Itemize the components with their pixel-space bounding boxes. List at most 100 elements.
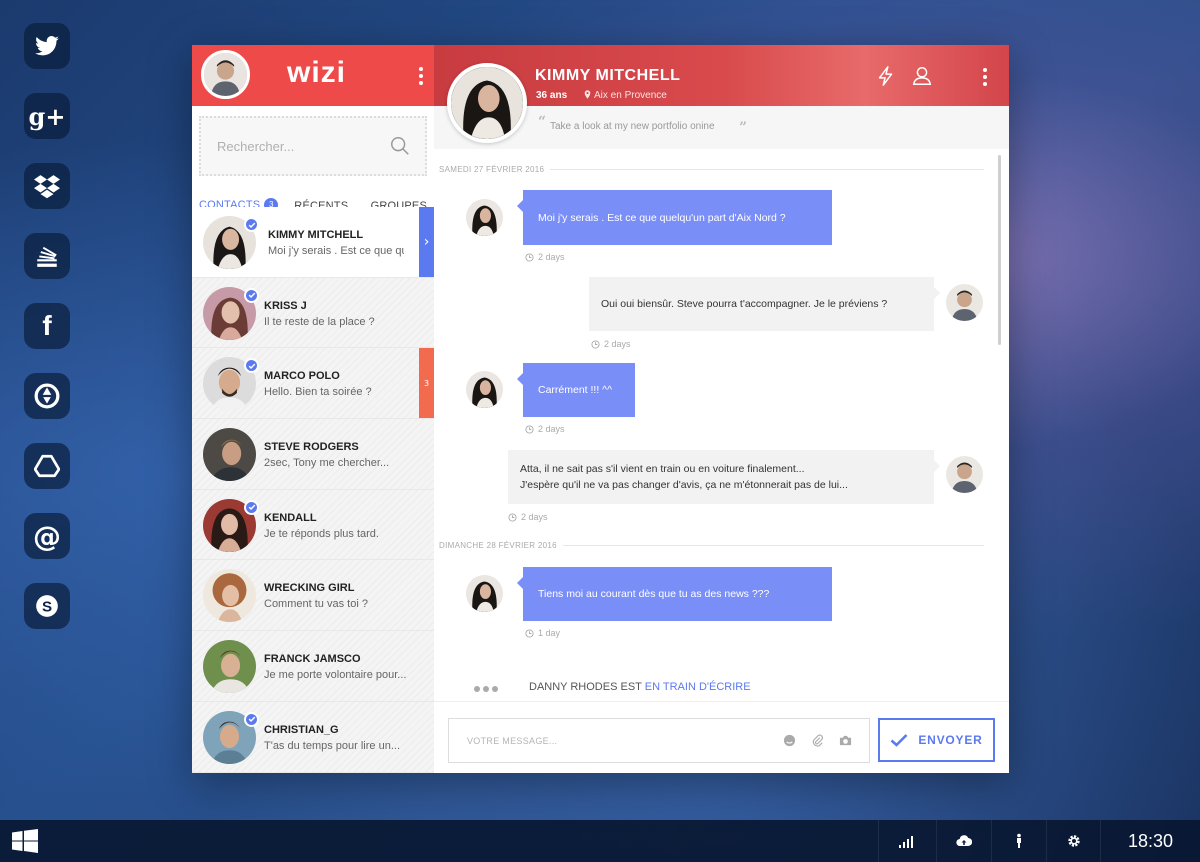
online-check-icon bbox=[244, 711, 259, 727]
stack-icon[interactable] bbox=[24, 233, 70, 279]
thread-scrollbar[interactable] bbox=[998, 155, 1001, 345]
peer-name: KIMMY MITCHELL bbox=[535, 67, 681, 84]
cloud-upload-icon[interactable] bbox=[936, 820, 991, 862]
google-plus-icon[interactable]: g+ bbox=[24, 93, 70, 139]
contact-item-wrecking-girl[interactable]: WRECKING GIRL Comment tu vas toi ? bbox=[192, 560, 434, 632]
contact-item-marco-polo[interactable]: MARCO POLO Hello. Bien ta soirée ? 3 bbox=[192, 348, 434, 420]
at-mail-icon[interactable]: @ bbox=[24, 513, 70, 559]
settings-gear-icon[interactable] bbox=[1046, 820, 1101, 862]
contact-avatar bbox=[203, 569, 256, 623]
contact-item-franck-jamsco[interactable]: FRANCK JAMSCO Je me porte volontaire pou… bbox=[192, 631, 434, 702]
peer-location: Aix en Provence bbox=[584, 90, 667, 101]
message-avatar-me bbox=[946, 456, 983, 493]
peer-age: 36 ans bbox=[536, 90, 568, 101]
message-time: 2 days bbox=[508, 512, 548, 522]
day-separator: DIMANCHE 28 FÉVRIER 2016 bbox=[439, 541, 984, 550]
skype-icon[interactable]: S bbox=[24, 583, 70, 629]
message-composer: ENVOYER bbox=[434, 701, 1009, 773]
online-check-icon bbox=[244, 217, 259, 232]
messenger-window: wizi CONTACTS 3 RÉCENTS GROUPES bbox=[192, 45, 1009, 773]
dropbox-icon[interactable] bbox=[24, 163, 70, 209]
send-button[interactable]: ENVOYER bbox=[878, 718, 995, 762]
location-pin-icon bbox=[584, 90, 591, 99]
contacts-sidebar: wizi CONTACTS 3 RÉCENTS GROUPES bbox=[192, 45, 434, 773]
app-logo: wizi bbox=[287, 56, 347, 89]
facebook-icon[interactable]: f bbox=[24, 303, 70, 349]
contact-item-christian-g[interactable]: CHRISTIAN_G T'as du temps pour lire un..… bbox=[192, 701, 434, 773]
aperture-icon[interactable] bbox=[24, 373, 70, 419]
search-icon[interactable] bbox=[389, 135, 411, 157]
clock-icon bbox=[591, 339, 600, 349]
contact-name: STEVE RODGERS bbox=[264, 441, 359, 454]
contact-item-kendall[interactable]: KENDALL Je te réponds plus tard. bbox=[192, 489, 434, 561]
sidebar-header: wizi bbox=[192, 45, 434, 106]
contact-last-message: Je te réponds plus tard. bbox=[264, 527, 379, 540]
contact-last-message: Il te reste de la place ? bbox=[264, 315, 375, 328]
contact-item-kriss-j[interactable]: KRISS J Il te reste de la place ? bbox=[192, 277, 434, 349]
contact-avatar bbox=[203, 428, 256, 482]
signal-strength-icon[interactable] bbox=[878, 820, 933, 862]
contact-avatar bbox=[203, 640, 256, 694]
message-thread: SAMEDI 27 FÉVRIER 2016 Moi j'y serais . … bbox=[434, 149, 1009, 701]
user-profile-icon[interactable] bbox=[911, 65, 933, 87]
person-icon[interactable] bbox=[991, 820, 1046, 862]
chat-menu-icon[interactable] bbox=[983, 68, 987, 89]
camera-icon[interactable] bbox=[839, 734, 852, 747]
message-time: 2 days bbox=[525, 252, 565, 262]
message-avatar-kimmy bbox=[466, 575, 503, 612]
typing-dots-icon bbox=[474, 677, 501, 696]
search-box bbox=[199, 116, 427, 176]
checkmark-icon bbox=[890, 734, 908, 747]
message-avatar-me bbox=[946, 284, 983, 321]
peer-avatar[interactable] bbox=[447, 63, 527, 143]
search-input[interactable] bbox=[201, 118, 381, 174]
open-chat-chevron-icon[interactable]: › bbox=[419, 207, 434, 277]
contact-name: KIMMY MITCHELL bbox=[268, 229, 364, 241]
attachment-icon[interactable] bbox=[811, 734, 824, 747]
online-check-icon bbox=[244, 287, 259, 303]
contact-name: MARCO POLO bbox=[264, 370, 340, 383]
chat-header: KIMMY MITCHELL 36 ans Aix en Provence bbox=[434, 45, 1009, 143]
windows-start-icon[interactable] bbox=[12, 829, 38, 853]
contact-last-message: T'as du temps pour lire un... bbox=[264, 739, 400, 752]
message-time: 1 day bbox=[525, 628, 560, 638]
lightning-icon[interactable] bbox=[875, 65, 897, 87]
chat-panel: KIMMY MITCHELL 36 ans Aix en Provence “ … bbox=[434, 45, 1009, 773]
open-quote-icon: “ bbox=[538, 114, 547, 130]
message-bubble-incoming: Tiens moi au courant dès que tu as des n… bbox=[517, 567, 832, 621]
peer-status-text: Take a look at my new portfolio onine bbox=[550, 121, 715, 132]
close-quote-icon: ” bbox=[739, 120, 748, 136]
message-input[interactable] bbox=[449, 719, 749, 762]
message-bubble-outgoing: Oui oui biensûr. Steve pourra t'accompag… bbox=[589, 277, 940, 331]
typing-indicator: DANNY RHODES EST EN TRAIN D'ÉCRIRE bbox=[474, 677, 751, 696]
message-time: 2 days bbox=[591, 339, 631, 349]
online-check-icon bbox=[244, 358, 259, 374]
contact-name: WRECKING GIRL bbox=[264, 582, 355, 595]
svg-text:S: S bbox=[42, 598, 52, 615]
contact-item-steve-rodgers[interactable]: STEVE RODGERS 2sec, Tony me chercher... bbox=[192, 419, 434, 490]
twitter-icon[interactable] bbox=[24, 23, 70, 69]
online-check-icon bbox=[244, 499, 259, 515]
unread-count-badge[interactable]: 3 bbox=[419, 348, 434, 419]
emoji-icon[interactable] bbox=[783, 734, 796, 747]
contact-name: CHRISTIAN_G bbox=[264, 723, 339, 736]
contact-item-kimmy-mitchell[interactable]: KIMMY MITCHELL Moi j'y serais . Est ce q… bbox=[192, 207, 434, 278]
message-bubble-incoming: Moi j'y serais . Est ce que quelqu'un pa… bbox=[517, 190, 832, 245]
sidebar-menu-icon[interactable] bbox=[419, 67, 423, 88]
contact-last-message: Hello. Bien ta soirée ? bbox=[264, 386, 372, 399]
contact-name: KENDALL bbox=[264, 511, 317, 524]
message-bubble-outgoing: Atta, il ne sait pas s'il vient en train… bbox=[508, 450, 940, 504]
clock-icon bbox=[525, 424, 534, 434]
typing-text: DANNY RHODES EST EN TRAIN D'ÉCRIRE bbox=[529, 680, 751, 693]
day-separator: SAMEDI 27 FÉVRIER 2016 bbox=[439, 165, 984, 174]
clock-icon bbox=[508, 512, 517, 522]
contact-name: FRANCK JAMSCO bbox=[264, 653, 361, 666]
contact-last-message: Comment tu vas toi ? bbox=[264, 598, 368, 611]
clock-icon bbox=[525, 252, 534, 262]
contact-last-message: Moi j'y serais . Est ce que quelqu'un pa… bbox=[268, 245, 404, 257]
drive-icon[interactable] bbox=[24, 443, 70, 489]
contact-list: KIMMY MITCHELL Moi j'y serais . Est ce q… bbox=[192, 207, 434, 773]
my-avatar[interactable] bbox=[201, 50, 250, 99]
system-clock[interactable]: 18:30 bbox=[1100, 820, 1200, 862]
message-avatar-kimmy bbox=[466, 199, 503, 236]
